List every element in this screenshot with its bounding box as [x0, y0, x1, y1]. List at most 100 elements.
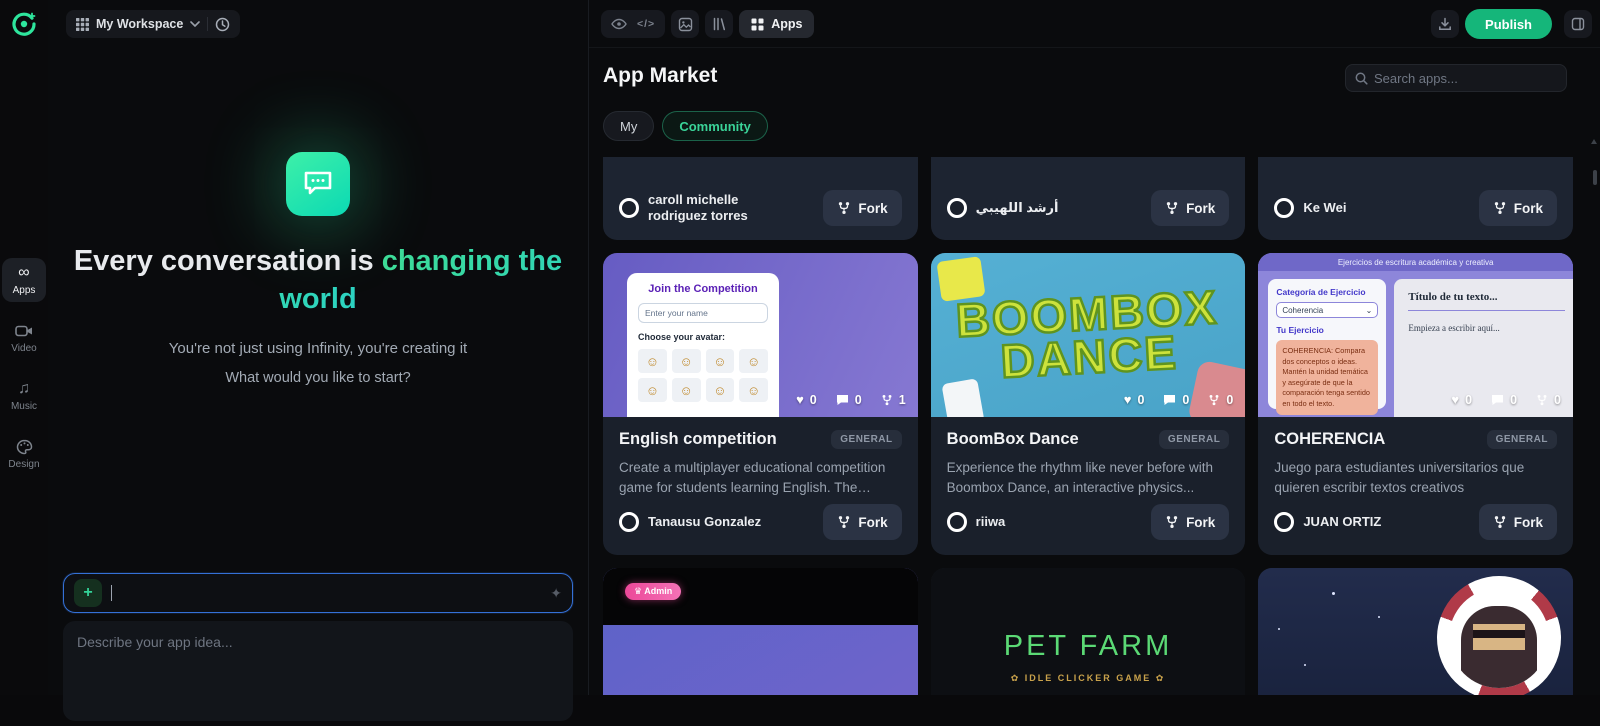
card-title: English competition	[619, 430, 777, 448]
comment-icon	[1163, 394, 1176, 406]
text-caret	[111, 585, 112, 601]
comment-icon	[1491, 394, 1504, 406]
market-topbar: </> Apps Publish	[589, 0, 1600, 48]
media-gallery-button[interactable]	[671, 10, 700, 38]
avatar-emoji: ☺	[671, 349, 701, 373]
app-card-english-competition[interactable]: Join the Competition Enter your name Cho…	[603, 253, 918, 555]
card-stats: ♥ 0 0 0	[1451, 392, 1561, 407]
hero-title: Every conversation is changing the world	[68, 242, 568, 318]
preview-exercise-label: Tu Ejercicio	[1276, 325, 1324, 335]
avatar-emoji: ☺	[638, 349, 667, 373]
avatar	[619, 198, 639, 218]
card-footer: Tanausu Gonzalez Fork	[619, 504, 902, 540]
app-market-panel: </> Apps Publish App Market Search apps.…	[588, 0, 1600, 695]
prompt-input[interactable]: + ✦	[63, 573, 573, 613]
likes-count: 0	[1137, 392, 1145, 407]
sidebar-item-apps[interactable]: ∞ Apps	[2, 258, 46, 302]
app-card-partial-2[interactable]: يكون كامل الميزات: - تسجيل دخول، Karam و…	[930, 157, 1246, 240]
preview-game-title: PET FARM	[1003, 630, 1173, 662]
sparkle-send-icon[interactable]: ✦	[550, 585, 562, 602]
app-idea-textarea[interactable]	[63, 621, 573, 721]
app-card-partial-3[interactable]: Ke Wei Fork	[1258, 157, 1573, 240]
card-description: Juego para estudiantes universitarios qu…	[1274, 460, 1525, 496]
scrollbar-up-arrow[interactable]	[1591, 139, 1597, 144]
add-attachment-button[interactable]: +	[74, 579, 102, 607]
preview-logo-text: BOOMBOX DANCE	[953, 279, 1220, 389]
admin-badge: ♛ Admin	[625, 583, 682, 600]
apps-infinity-icon: ∞	[18, 264, 30, 281]
workspace-name: My Workspace	[96, 17, 184, 31]
author-name: Tanausu Gonzalez	[648, 513, 762, 529]
card-body: BoomBox Dance GENERAL Experience the rhy…	[931, 417, 1246, 555]
fork-button[interactable]: Fork	[1151, 190, 1230, 226]
sidebar-item-design[interactable]: Design	[2, 432, 46, 476]
sidebar-item-label: Apps	[12, 285, 36, 296]
preview-sidebar: Categoría de Ejercicio Coherencia ⌄ Tu Ej…	[1268, 279, 1387, 416]
scrollbar[interactable]	[1593, 170, 1597, 185]
chevron-down-icon	[190, 21, 201, 27]
card-footer: riiwa Fork	[946, 504, 1230, 540]
card-stats: ♥ 0 0 1	[796, 392, 906, 407]
tab-my[interactable]: My	[603, 111, 655, 141]
app-card-coherencia[interactable]: Ejercicios de escritura académica y crea…	[1258, 253, 1573, 555]
fork-button[interactable]: Fork	[1151, 504, 1230, 540]
infinity-logo-icon[interactable]	[11, 11, 37, 37]
app-preview: BOOMBOX DANCE ♥ 0 0 0	[930, 253, 1246, 417]
sidebar-item-label: Design	[8, 459, 40, 470]
fork-button[interactable]: Fork	[1478, 504, 1557, 540]
cards-scroll-area[interactable]: aprender ortografía. El jugador explora …	[603, 157, 1573, 695]
forks-count: 0	[1554, 392, 1561, 407]
comments-count: 0	[854, 392, 862, 407]
card-footer: Ke Wei Fork	[1274, 190, 1557, 226]
card-description: Experience the rhythm like never before …	[946, 460, 1214, 496]
preview-category-select: Coherencia ⌄	[1276, 302, 1379, 318]
app-preview: PET FARM ✿ IDLE CLICKER GAME ✿	[930, 568, 1246, 695]
fork-button[interactable]: Fork	[823, 190, 902, 226]
preview-category-label: Categoría de Ejercicio	[1276, 287, 1366, 297]
apps-view-button[interactable]: Apps	[739, 10, 815, 38]
toggle-sidebar-icon[interactable]	[1564, 10, 1592, 38]
forks-count: 1	[898, 392, 906, 407]
preview-game-subtitle: ✿ IDLE CLICKER GAME ✿	[1010, 673, 1166, 683]
app-card-bottom-1[interactable]: ♛ Admin	[603, 568, 918, 695]
heart-icon: ♥	[1123, 392, 1132, 407]
preview-eye-icon[interactable]	[611, 18, 627, 30]
workspace-selector[interactable]: My Workspace	[66, 10, 241, 38]
fork-button[interactable]: Fork	[1478, 190, 1557, 226]
publish-button[interactable]: Publish	[1465, 9, 1552, 39]
app-card-boombox-dance[interactable]: BOOMBOX DANCE ♥ 0 0 0 BoomBox Dance GENE…	[930, 253, 1246, 555]
app-card-bottom-2[interactable]: PET FARM ✿ IDLE CLICKER GAME ✿	[930, 568, 1246, 695]
author-name: Ke Wei	[1303, 199, 1347, 215]
app-preview: Ejercicios de escritura académica y crea…	[1258, 253, 1573, 417]
download-button[interactable]	[1431, 10, 1460, 38]
rail-nav: ∞ Apps Video ♫ Music Design	[2, 258, 46, 476]
likes-count: 0	[1465, 392, 1473, 407]
app-card-partial-1[interactable]: aprender ortografía. El jugador explora …	[603, 157, 918, 240]
search-input[interactable]	[1374, 70, 1557, 86]
search-box[interactable]	[1345, 64, 1567, 92]
fork-icon	[1208, 394, 1220, 406]
app-preview: Join the Competition Enter your name Cho…	[603, 253, 918, 417]
fork-button[interactable]: Fork	[823, 504, 902, 540]
sidebar-item-label: Video	[11, 343, 37, 354]
card-stats: ♥ 0 0 0	[1124, 392, 1234, 407]
avatar-emoji: ☺	[638, 378, 667, 402]
card-description: Create a multiplayer educational competi…	[619, 460, 886, 496]
avatar-emoji: ☺	[705, 349, 735, 373]
preview-title-placeholder: Título de tu texto...	[1408, 291, 1565, 311]
tab-community[interactable]: Community	[662, 111, 768, 141]
forks-count: 0	[1226, 392, 1234, 407]
search-icon	[1355, 72, 1368, 85]
builder-panel: My Workspace Every conversation is chang…	[48, 0, 588, 721]
sidebar-item-music[interactable]: ♫ Music	[2, 374, 46, 418]
code-view-icon[interactable]: </>	[637, 18, 655, 30]
view-tools: </> Apps	[601, 10, 815, 38]
app-card-bottom-3[interactable]	[1258, 568, 1573, 695]
sidebar-item-video[interactable]: Video	[2, 316, 46, 360]
history-clock-icon[interactable]	[215, 17, 230, 32]
author-name: أرشد اللهيبي	[975, 199, 1059, 215]
library-button[interactable]	[705, 10, 734, 38]
pixel-character	[1436, 576, 1561, 695]
avatar-emoji: ☺	[671, 378, 701, 402]
card-title: COHERENCIA	[1274, 430, 1386, 448]
